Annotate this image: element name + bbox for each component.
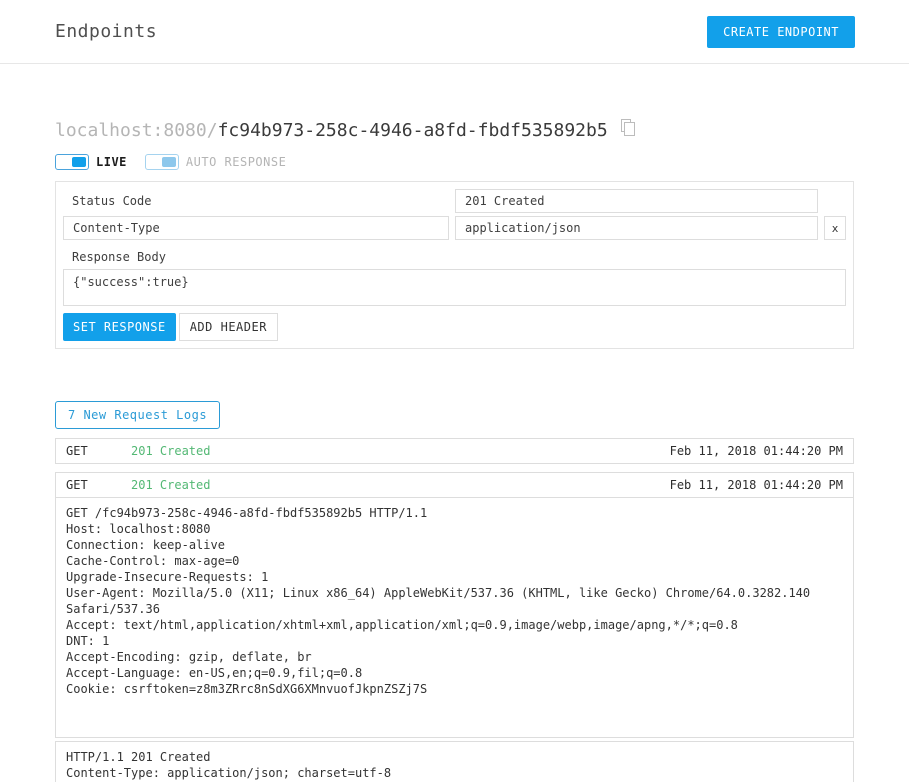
log-method: GET xyxy=(66,478,131,492)
log-method: GET xyxy=(66,444,131,458)
content-type-row: x xyxy=(63,216,846,240)
toggles-row: LIVE AUTO RESPONSE xyxy=(55,154,854,170)
copy-icon[interactable] xyxy=(620,118,636,143)
header-value-input[interactable] xyxy=(455,216,818,240)
app-header: Endpoints CREATE ENDPOINT xyxy=(0,0,909,64)
auto-response-toggle-knob xyxy=(162,157,176,167)
status-code-input[interactable] xyxy=(455,189,818,213)
new-request-logs-button[interactable]: 7 New Request Logs xyxy=(55,401,220,429)
log-row-expanded-header[interactable]: GET 201 Created Feb 11, 2018 01:44:20 PM xyxy=(55,472,854,498)
response-body-label: Response Body xyxy=(63,243,846,269)
endpoint-url-host: localhost:8080/ xyxy=(55,120,218,142)
page-title: Endpoints xyxy=(55,21,157,42)
status-code-row-spacer xyxy=(824,189,846,213)
log-status: 201 Created xyxy=(131,478,670,492)
add-header-button[interactable]: ADD HEADER xyxy=(179,313,278,341)
create-endpoint-button[interactable]: CREATE ENDPOINT xyxy=(707,16,855,48)
log-timestamp: Feb 11, 2018 01:44:20 PM xyxy=(670,444,843,458)
log-row[interactable]: GET 201 Created Feb 11, 2018 01:44:20 PM xyxy=(55,438,854,464)
endpoint-url-uuid: fc94b973-258c-4946-a8fd-fbdf535892b5 xyxy=(218,120,608,142)
remove-header-button[interactable]: x xyxy=(824,216,846,240)
response-body-textarea[interactable]: {"success":true} xyxy=(63,269,846,306)
auto-response-toggle[interactable] xyxy=(145,154,179,170)
auto-response-toggle-label: AUTO RESPONSE xyxy=(186,155,286,169)
live-toggle-label: LIVE xyxy=(96,155,127,169)
status-code-row: Status Code xyxy=(63,189,846,213)
response-detail: HTTP/1.1 201 Created Content-Type: appli… xyxy=(55,741,854,782)
log-timestamp: Feb 11, 2018 01:44:20 PM xyxy=(670,478,843,492)
live-toggle-knob xyxy=(72,157,86,167)
endpoint-url: localhost:8080/fc94b973-258c-4946-a8fd-f… xyxy=(55,118,854,143)
request-detail: GET /fc94b973-258c-4946-a8fd-fbdf535892b… xyxy=(55,497,854,738)
main-content: localhost:8080/fc94b973-258c-4946-a8fd-f… xyxy=(0,118,909,782)
log-status: 201 Created xyxy=(131,444,670,458)
set-response-button[interactable]: SET RESPONSE xyxy=(63,313,176,341)
form-actions: SET RESPONSE ADD HEADER xyxy=(63,313,846,341)
status-code-label: Status Code xyxy=(63,189,449,213)
response-form-panel: Status Code x Response Body {"success":t… xyxy=(55,181,854,349)
live-toggle[interactable] xyxy=(55,154,89,170)
header-name-input[interactable] xyxy=(63,216,449,240)
